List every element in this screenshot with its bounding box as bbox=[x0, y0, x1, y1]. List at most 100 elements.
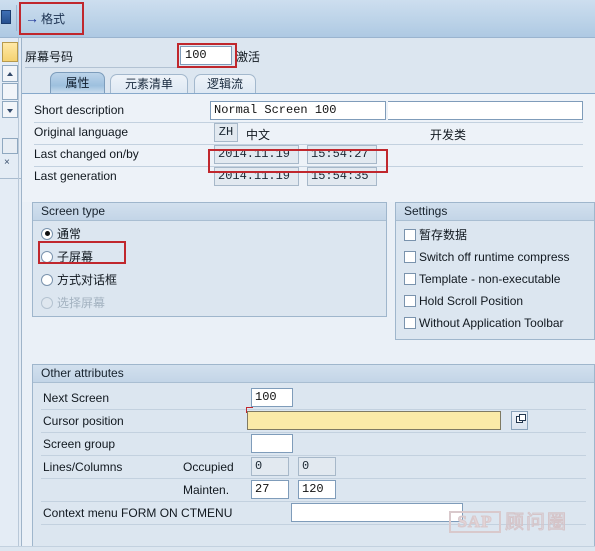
next-screen-input[interactable]: 100 bbox=[251, 388, 293, 407]
screen-group-input[interactable] bbox=[251, 434, 293, 453]
original-language-code: ZH bbox=[214, 123, 238, 142]
system-menu-icon[interactable] bbox=[1, 10, 11, 24]
element-palette-icon[interactable] bbox=[2, 42, 18, 62]
row-divider-1 bbox=[34, 122, 583, 123]
settings-title: Settings bbox=[396, 203, 594, 221]
chevron-up-icon bbox=[7, 72, 13, 76]
tab-element-list[interactable]: 元素清单 bbox=[110, 74, 188, 94]
radio-selection-screen: 选择屏幕 bbox=[41, 293, 105, 312]
radio-subscreen[interactable]: 子屏幕 bbox=[41, 247, 93, 266]
radio-modal-dialog-label: 方式对话框 bbox=[57, 273, 118, 287]
original-language-label: Original language bbox=[34, 125, 129, 139]
short-description-input[interactable]: Normal Screen 100 bbox=[210, 101, 386, 120]
radio-normal-label: 通常 bbox=[57, 227, 82, 241]
left-tool-dock: × bbox=[0, 38, 22, 551]
radio-normal[interactable]: 通常 bbox=[41, 224, 81, 243]
cursor-position-label: Cursor position bbox=[43, 414, 124, 428]
last-generation-label: Last generation bbox=[34, 169, 117, 183]
checkbox-hold-scroll-position[interactable]: Hold Scroll Position bbox=[404, 291, 523, 310]
checkbox-without-application-toolbar-label: Without Application Toolbar bbox=[419, 315, 564, 330]
chevron-down-icon bbox=[7, 109, 13, 113]
occupied-label: Occupied bbox=[183, 460, 234, 474]
screen-type-body: 通常 子屏幕 方式对话框 选择屏幕 bbox=[33, 221, 386, 316]
radio-button-icon[interactable] bbox=[41, 273, 53, 286]
context-menu-input[interactable] bbox=[291, 503, 463, 522]
oa-divider-1 bbox=[41, 409, 586, 410]
activation-status-label: 激活 bbox=[236, 50, 261, 64]
oa-divider-2 bbox=[41, 432, 586, 433]
radio-subscreen-label: 子屏幕 bbox=[57, 250, 94, 264]
checkbox-icon[interactable] bbox=[404, 316, 416, 329]
screen-type-group: Screen type 通常 子屏幕 方式对话框 选择屏幕 bbox=[32, 202, 387, 317]
mainten-columns-input[interactable]: 120 bbox=[298, 480, 336, 499]
tab-attributes[interactable]: 属性 bbox=[50, 72, 105, 94]
screen-number-row: 屏幕号码 100 激活 bbox=[22, 43, 595, 70]
checkbox-without-application-toolbar[interactable]: Without Application Toolbar bbox=[404, 313, 564, 332]
checkbox-icon[interactable] bbox=[404, 250, 416, 263]
screen-type-title: Screen type bbox=[33, 203, 386, 221]
scroll-thumb[interactable] bbox=[2, 83, 18, 100]
checkbox-hold-data[interactable]: 暂存数据 bbox=[404, 225, 467, 244]
last-changed-label: Last changed on/by bbox=[34, 147, 139, 161]
attributes-page: 屏幕号码 100 激活 属性 元素清单 逻辑流 Short descriptio… bbox=[22, 38, 595, 551]
occupied-columns-value: 0 bbox=[298, 457, 336, 476]
next-screen-label: Next Screen bbox=[43, 391, 110, 405]
window-bottom-edge bbox=[0, 546, 595, 551]
cursor-position-input[interactable] bbox=[247, 411, 501, 430]
checkbox-switch-off-runtime-compress[interactable]: Switch off runtime compress bbox=[404, 247, 570, 266]
radio-button-icon[interactable] bbox=[41, 250, 53, 263]
checkbox-icon[interactable] bbox=[404, 272, 416, 285]
format-button-label: 格式 bbox=[41, 11, 66, 26]
cursor-position-picker-button[interactable] bbox=[511, 411, 528, 430]
last-generation-time: 15:54:35 bbox=[307, 167, 377, 186]
last-generation-date: 2014.11.19 bbox=[214, 167, 299, 186]
screen-number-input[interactable]: 100 bbox=[180, 46, 232, 65]
label-underline bbox=[25, 67, 205, 68]
sap-screen-painter-window: → 格式 × 屏幕号码 100 激活 属性 元素清单 逻辑流 Short des… bbox=[0, 0, 595, 551]
last-changed-time: 15:54:27 bbox=[307, 145, 377, 164]
development-class-label: 开发类 bbox=[430, 128, 467, 142]
oa-divider-3 bbox=[41, 455, 586, 456]
scroll-up-button[interactable] bbox=[2, 65, 18, 82]
checkbox-icon[interactable] bbox=[404, 294, 416, 307]
radio-modal-dialog[interactable]: 方式对话框 bbox=[41, 270, 117, 289]
other-attributes-group: Other attributes Next Screen 100 Cursor … bbox=[32, 364, 595, 551]
oa-divider-5 bbox=[41, 501, 586, 502]
last-changed-date: 2014.11.19 bbox=[214, 145, 299, 164]
lines-columns-label: Lines/Columns bbox=[43, 460, 123, 474]
dock-button-extra[interactable] bbox=[2, 138, 18, 154]
radio-button-icon[interactable] bbox=[41, 227, 53, 240]
checkbox-template-non-executable-label: Template - non-executable bbox=[419, 271, 561, 286]
attributes-content: Short description Normal Screen 100 Orig… bbox=[22, 94, 595, 551]
checkbox-hold-scroll-position-label: Hold Scroll Position bbox=[419, 293, 524, 308]
original-language-name: 中文 bbox=[246, 128, 271, 142]
mainten-label: Mainten. bbox=[183, 483, 230, 497]
oa-divider-4 bbox=[41, 478, 586, 479]
scroll-down-button[interactable] bbox=[2, 101, 18, 118]
toolbar-separator bbox=[16, 5, 17, 31]
checkbox-template-non-executable[interactable]: Template - non-executable bbox=[404, 269, 560, 288]
close-icon[interactable]: × bbox=[4, 158, 10, 168]
right-arrow-icon: → bbox=[25, 10, 39, 26]
mainten-lines-input[interactable]: 27 bbox=[251, 480, 289, 499]
dock-edge bbox=[18, 38, 19, 551]
context-menu-label: Context menu FORM ON CTMENU bbox=[43, 506, 233, 520]
checkbox-icon[interactable] bbox=[404, 228, 416, 241]
checkbox-switch-off-runtime-compress-label: Switch off runtime compress bbox=[419, 249, 570, 264]
other-attributes-body: Next Screen 100 Cursor position Screen g… bbox=[33, 383, 594, 550]
top-toolbar: → 格式 bbox=[0, 0, 595, 38]
multi-select-icon bbox=[516, 414, 526, 423]
screen-group-label: Screen group bbox=[43, 437, 116, 451]
settings-body: 暂存数据 Switch off runtime compress Templat… bbox=[396, 221, 594, 339]
short-description-label: Short description bbox=[34, 103, 125, 117]
other-attributes-title: Other attributes bbox=[33, 365, 594, 383]
oa-divider-6 bbox=[41, 524, 586, 525]
checkbox-hold-data-label: 暂存数据 bbox=[419, 228, 468, 242]
tab-strip: 属性 元素清单 逻辑流 bbox=[22, 72, 595, 95]
format-button[interactable]: → 格式 bbox=[22, 4, 80, 32]
screen-number-label: 屏幕号码 bbox=[25, 50, 74, 64]
tab-flow-logic[interactable]: 逻辑流 bbox=[194, 74, 256, 94]
radio-button-icon bbox=[41, 296, 53, 309]
occupied-lines-value: 0 bbox=[251, 457, 289, 476]
short-description-input-extension[interactable] bbox=[388, 101, 583, 120]
